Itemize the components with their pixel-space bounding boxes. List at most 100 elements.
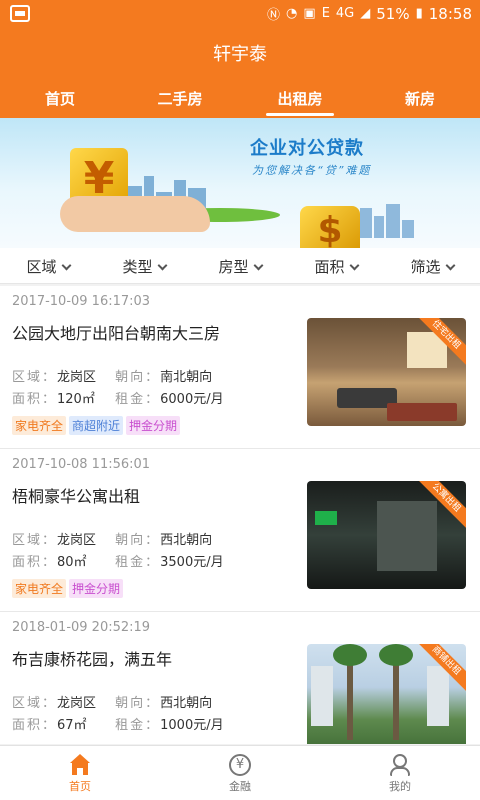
nfc-icon: Ⓝ (267, 8, 281, 23)
listing-photo[interactable]: 公寓出租 (307, 481, 466, 589)
top-tabs: 首页 二手房 出租房 新房 (0, 84, 480, 118)
area-label: 面积： (12, 555, 58, 570)
nav-label: 金融 (229, 780, 251, 793)
rent-value: 6000元/月 (160, 392, 224, 407)
district-label: 区域： (12, 370, 58, 385)
tag: 押金分期 (69, 579, 124, 598)
listing-date: 2017-10-09 16:17:03 (12, 294, 151, 309)
listing-title: 公园大地厅出阳台朝南大三房 (12, 324, 221, 343)
rent-value: 3500元/月 (160, 555, 224, 570)
nav-home[interactable]: 首页 (0, 746, 160, 800)
filter-bar: 区域 类型 房型 面积 筛选 (0, 248, 480, 284)
photo-detail (427, 666, 449, 726)
orientation-label: 朝向： (115, 696, 161, 711)
tab-second-hand[interactable]: 二手房 (120, 84, 240, 118)
listing-photo[interactable]: 住宅出租 (307, 318, 466, 426)
tab-home[interactable]: 首页 (0, 84, 120, 118)
listing-card[interactable]: 2017-10-09 16:17:03 公园大地厅出阳台朝南大三房 区域：龙岗区… (0, 286, 480, 449)
area-label: 面积： (12, 392, 58, 407)
e-network-icon: E (321, 6, 330, 21)
filter-more[interactable]: 筛选 (384, 248, 480, 283)
photo-detail (379, 644, 413, 666)
listing-photo[interactable]: 商铺出租 (307, 644, 466, 744)
battery-percent: 51% (376, 4, 410, 23)
listing-title: 梧桐豪华公寓出租 (12, 487, 141, 506)
photo-detail (387, 403, 457, 421)
area-label: 面积： (12, 718, 58, 733)
banner-subtitle: 为您解决各“贷”难题 (252, 164, 372, 177)
tag: 家电齐全 (12, 416, 67, 435)
orientation-value: 西北朝向 (160, 696, 213, 711)
orientation-value: 西北朝向 (160, 533, 213, 548)
filter-layout[interactable]: 房型 (192, 248, 288, 283)
city-skyline-graphic-right (360, 202, 430, 238)
status-icons: Ⓝ ◔ ▣ E 4G ◢ 51% ▮ 18:58 (267, 4, 472, 24)
district-value: 龙岗区 (57, 370, 97, 385)
photo-detail (311, 666, 333, 726)
nav-profile[interactable]: 我的 (320, 746, 480, 800)
listing-title: 布吉康桥花园，满五年 (12, 650, 173, 669)
photo-detail (315, 511, 337, 525)
banner-title: 企业对公贷款 (250, 138, 364, 159)
listing-date: 2018-01-09 20:52:19 (12, 620, 151, 635)
area-value: 80㎡ (57, 555, 87, 570)
profile-icon (389, 754, 411, 776)
hand-graphic (60, 196, 210, 232)
notification-icon (10, 5, 30, 22)
dollar-symbol-graphic: $ (300, 206, 360, 248)
promo-banner[interactable]: ¥ $ 企业对公贷款 为您解决各“贷”难题 (0, 118, 480, 248)
tag: 商超附近 (69, 416, 124, 435)
filter-type[interactable]: 类型 (96, 248, 192, 283)
tag-list: 家电齐全 商超附近 押金分期 (12, 416, 181, 435)
photo-detail (377, 501, 437, 571)
chevron-down-icon (157, 260, 167, 271)
tab-new-homes[interactable]: 新房 (360, 84, 480, 118)
district-label: 区域： (12, 696, 58, 711)
nav-finance[interactable]: ¥ 金融 (160, 746, 320, 800)
district-value: 龙岗区 (57, 696, 97, 711)
tag-list: 家电齐全 押金分期 (12, 579, 124, 598)
filter-label: 面积 (314, 258, 345, 276)
listing-card[interactable]: 2018-01-09 20:52:19 布吉康桥花园，满五年 区域：龙岗区 朝向… (0, 612, 480, 744)
chevron-down-icon (61, 260, 71, 271)
rent-label: 租金： (115, 555, 161, 570)
home-icon (69, 754, 91, 776)
tag: 押金分期 (126, 416, 181, 435)
status-bar: Ⓝ ◔ ▣ E 4G ◢ 51% ▮ 18:58 (0, 0, 480, 28)
bottom-nav: 首页 ¥ 金融 我的 (0, 745, 480, 800)
listing-date: 2017-10-08 11:56:01 (12, 457, 151, 472)
orientation-value: 南北朝向 (160, 370, 213, 385)
sim-2-icon: ▣ (303, 6, 316, 21)
rent-label: 租金： (115, 718, 161, 733)
page-title: 轩宇泰 (213, 44, 267, 65)
photo-detail (333, 644, 367, 666)
chevron-down-icon (349, 260, 359, 271)
filter-label: 区域 (26, 258, 57, 276)
yen-coin-icon: ¥ (229, 754, 251, 776)
battery-icon: ▮ (415, 6, 423, 21)
area-value: 67㎡ (57, 718, 87, 733)
filter-district[interactable]: 区域 (0, 248, 96, 283)
filter-area[interactable]: 面积 (288, 248, 384, 283)
tab-rental[interactable]: 出租房 (240, 84, 360, 118)
app-header: 轩宇泰 首页 二手房 出租房 新房 (0, 28, 480, 118)
area-value: 120㎡ (57, 392, 95, 407)
4g-signal-icon: 4G (335, 6, 355, 21)
filter-label: 房型 (218, 258, 249, 276)
chevron-down-icon (253, 260, 263, 271)
nav-label: 我的 (389, 780, 411, 793)
signal-icon: ◢ (360, 6, 371, 21)
district-label: 区域： (12, 533, 58, 548)
filter-label: 筛选 (410, 258, 441, 276)
listing-card[interactable]: 2017-10-08 11:56:01 梧桐豪华公寓出租 区域：龙岗区 朝向：西… (0, 449, 480, 612)
nav-label: 首页 (69, 780, 91, 793)
clock: 18:58 (428, 4, 472, 23)
rent-value: 1000元/月 (160, 718, 224, 733)
rent-label: 租金： (115, 392, 161, 407)
orientation-label: 朝向： (115, 533, 161, 548)
tag: 家电齐全 (12, 579, 67, 598)
district-value: 龙岗区 (57, 533, 97, 548)
listing-list[interactable]: 2017-10-09 16:17:03 公园大地厅出阳台朝南大三房 区域：龙岗区… (0, 286, 480, 744)
wifi-icon: ◔ (286, 6, 298, 21)
filter-label: 类型 (122, 258, 153, 276)
